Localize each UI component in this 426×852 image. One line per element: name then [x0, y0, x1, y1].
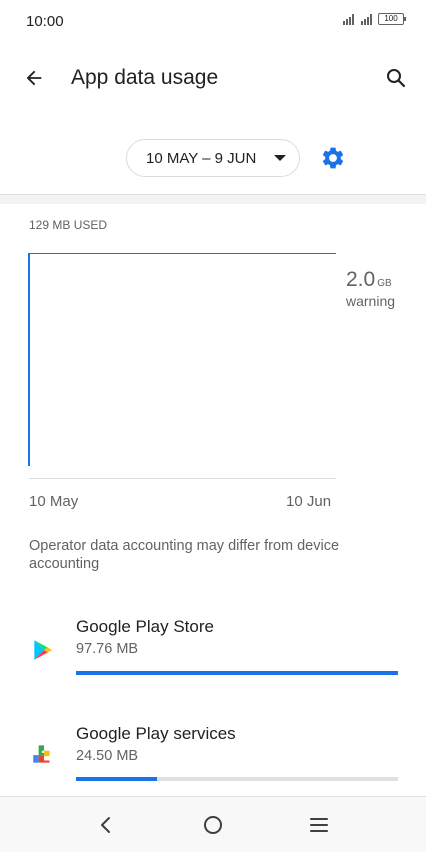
usage-line	[28, 253, 30, 466]
app-size: 97.76 MB	[76, 641, 139, 657]
nav-back-icon	[101, 817, 110, 833]
app-size: 24.50 MB	[76, 748, 139, 764]
chart-start-date: 10 May	[29, 493, 79, 510]
nav-back-button[interactable]	[90, 809, 122, 841]
limit-line	[29, 253, 336, 254]
signal-icon	[343, 13, 354, 25]
cycle-label: 10 MAY – 9 JUN	[146, 149, 257, 167]
nav-menu-button[interactable]	[303, 809, 335, 841]
usage-chart: 2.0 GB warning 10 May 10 Jun	[0, 240, 426, 520]
usage-total-label: 129 MB USED	[29, 218, 108, 232]
nav-menu-icon	[310, 818, 328, 832]
nav-home-icon	[204, 816, 222, 834]
search-icon	[387, 69, 406, 88]
limit-unit: GB	[377, 278, 392, 289]
play-store-icon	[34, 640, 53, 660]
app-bar: App data usage	[0, 50, 426, 106]
usage-progress-fill	[76, 671, 398, 675]
cycle-dropdown[interactable]: 10 MAY – 9 JUN	[126, 139, 300, 177]
app-name: Google Play services	[76, 724, 236, 743]
usage-progress-bar	[76, 671, 398, 675]
gear-icon	[322, 147, 344, 169]
accounting-note: Operator data accounting may differ from…	[29, 538, 340, 572]
limit-label: warning	[346, 293, 396, 309]
usage-progress-fill	[76, 777, 157, 781]
nav-home-button[interactable]	[197, 809, 229, 841]
limit-value: 2.0 GB	[346, 268, 392, 292]
status-icons: 100	[343, 13, 406, 25]
cycle-settings-button[interactable]	[318, 143, 348, 173]
battery-level: 100	[384, 14, 398, 23]
back-button[interactable]	[18, 62, 50, 94]
system-nav-bar	[0, 796, 426, 852]
signal-icon	[361, 13, 372, 25]
app-item-play-store[interactable]: Google Play Store 97.76 MB	[0, 612, 426, 702]
chart-end-date: 10 Jun	[286, 493, 332, 510]
status-bar: 10:00 100	[0, 0, 426, 44]
play-services-icon	[33, 745, 50, 763]
limit-number: 2.0	[346, 268, 376, 291]
battery-icon: 100	[378, 13, 406, 25]
caret-down-icon	[274, 155, 286, 161]
chart-baseline	[29, 478, 336, 479]
arrow-back-icon	[26, 70, 42, 86]
search-button[interactable]	[380, 62, 412, 94]
page-title: App data usage	[71, 66, 219, 89]
app-name: Google Play Store	[76, 617, 214, 636]
status-time: 10:00	[26, 13, 64, 30]
section-divider	[0, 194, 426, 204]
usage-progress-bar	[76, 777, 398, 781]
